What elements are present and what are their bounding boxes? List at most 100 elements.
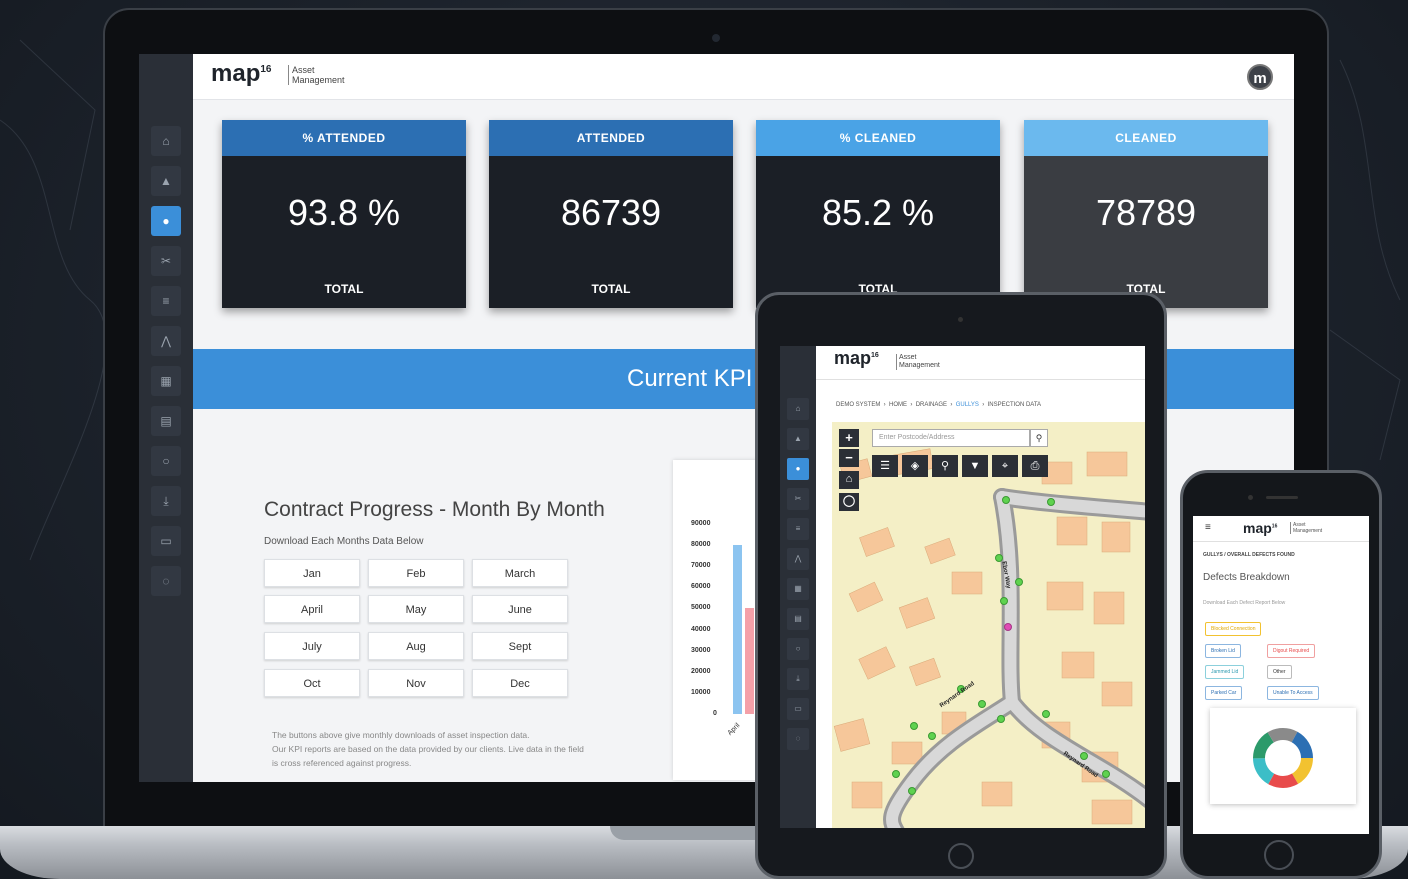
map-search-input[interactable]: Enter Postcode/Address [872,429,1030,447]
month-button-aug[interactable]: Aug [368,632,464,660]
logo[interactable]: map16 [211,60,271,88]
drop-icon[interactable]: ● [787,458,809,480]
gully-marker[interactable] [1080,752,1088,760]
month-button-may[interactable]: May [368,595,464,623]
month-button-nov[interactable]: Nov [368,669,464,697]
defect-chip[interactable]: Digout Required [1267,644,1316,658]
layers-icon[interactable]: ◈ [902,455,928,477]
menu-icon[interactable]: ≡ [1205,522,1211,533]
month-button-jan[interactable]: Jan [264,559,360,587]
month-button-dec[interactable]: Dec [472,669,568,697]
sidebar-item-roads[interactable]: ⋀ [151,326,181,356]
month-button-july[interactable]: July [264,632,360,660]
breadcrumb-item[interactable]: HOME [889,402,907,408]
defect-chip[interactable]: Parked Car [1205,686,1243,700]
chart-bar[interactable] [733,545,742,714]
chip-label: Other [1273,669,1286,675]
month-button-feb[interactable]: Feb [368,559,464,587]
defect-chip[interactable]: Other [1267,665,1292,679]
chip-label: Parked Car [1211,690,1237,696]
sidebar-item-drainage[interactable]: ● [151,206,181,236]
gully-marker[interactable] [1000,597,1008,605]
month-button-oct[interactable]: Oct [264,669,360,697]
sidebar-item-list[interactable]: ≡ [151,286,181,316]
home-icon[interactable]: ⌂ [787,398,809,420]
sidebar-item-cards[interactable]: ▭ [151,526,181,556]
gully-marker[interactable] [1042,710,1050,718]
breadcrumb-item[interactable]: DEMO SYSTEM [836,402,880,408]
sidebar-item-status[interactable]: ○ [151,446,181,476]
sidebar-item-calendar[interactable]: ▦ [151,366,181,396]
sidebar-item-alerts[interactable]: ▲ [151,166,181,196]
list-icon[interactable]: ☰ [872,455,898,477]
scissors-icon: ✂ [160,254,172,268]
contract-subtitle: Download Each Months Data Below [264,536,424,547]
chip-label: Blocked Connection [1211,626,1256,632]
sidebar-item-chat[interactable]: ◌ [151,566,181,596]
kpi-label: ATTENDED [489,120,733,156]
chart-bar[interactable] [745,608,754,714]
home-icon[interactable]: ⌂ [839,471,859,489]
gully-marker-selected[interactable] [1004,623,1012,631]
circle-icon[interactable]: ○ [787,638,809,660]
gully-marker[interactable] [1047,498,1055,506]
month-button-sept[interactable]: Sept [472,632,568,660]
breadcrumb-item[interactable]: GULLYS [956,402,979,408]
tablet-logo-subtitle: Asset Management [896,354,956,370]
month-button-april[interactable]: April [264,595,360,623]
defect-chip[interactable]: Blocked Connection [1205,622,1262,636]
download-icon[interactable]: ⤓ [787,668,809,690]
map-pin-icon[interactable]: ⌖ [992,455,1018,477]
sidebar-item-documents[interactable]: ▤ [151,406,181,436]
calendar-icon[interactable]: ▦ [787,578,809,600]
map-view[interactable]: Ebor Way Reynard Road Reynard Road + − ⌂… [832,422,1145,828]
gully-marker[interactable] [978,700,986,708]
defect-chip[interactable]: Broken Lid [1205,644,1241,658]
bell-icon[interactable]: ▲ [787,428,809,450]
defect-chip[interactable]: Jammed Lid [1205,665,1245,679]
y-tick-label: 10000 [691,688,711,696]
y-tick-label: 20000 [691,667,711,675]
bell-icon: ▲ [160,174,172,188]
inspect-icon[interactable]: ⚲ [932,455,958,477]
gully-marker[interactable] [1015,578,1023,586]
scissors-icon[interactable]: ✂ [787,488,809,510]
gully-marker[interactable] [1002,496,1010,504]
phone-topbar: ≡ map16 Asset Management [1193,516,1369,542]
kpi-value: 85.2 % [821,192,935,233]
chat-icon[interactable]: ◌ [787,728,809,750]
filter-icon[interactable]: ▼ [962,455,988,477]
gully-marker[interactable] [928,732,936,740]
road-icon[interactable]: ⋀ [787,548,809,570]
zoom-in-button[interactable]: + [839,429,859,447]
sidebar-item-download[interactable]: ⤓ [151,486,181,516]
month-button-june[interactable]: June [472,595,568,623]
sidebar-item-grounds[interactable]: ✂ [151,246,181,276]
gully-marker[interactable] [908,787,916,795]
search-icon[interactable]: ⚲ [1030,429,1048,447]
print-icon[interactable]: ⎙ [1022,455,1048,477]
tablet-logo[interactable]: map16 [834,348,879,369]
breadcrumb-item[interactable]: INSPECTION DATA [988,402,1041,408]
gully-marker[interactable] [1102,770,1110,778]
sidebar: ⌂ ▲ ● ✂ ≡ ⋀ ▦ ▤ ○ ⤓ ▭ ◌ [139,54,193,782]
gully-marker[interactable] [892,770,900,778]
contract-title: Contract Progress - Month By Month [264,498,605,521]
phone-logo[interactable]: map16 [1243,520,1277,536]
y-tick-label: 0 [713,710,717,717]
locate-icon[interactable]: ◯ [839,493,859,511]
sidebar-item-home[interactable]: ⌂ [151,126,181,156]
breadcrumb-item[interactable]: DRAINAGE [916,402,947,408]
defect-chip[interactable]: Unable To Access [1267,686,1319,700]
list-icon: ≡ [162,294,170,308]
gully-marker[interactable] [910,722,918,730]
card-icon[interactable]: ▭ [787,698,809,720]
kpi-value: 93.8 % [287,192,401,233]
document-icon[interactable]: ▤ [787,608,809,630]
list-icon[interactable]: ≡ [787,518,809,540]
zoom-out-button[interactable]: − [839,449,859,467]
month-button-march[interactable]: March [472,559,568,587]
avatar[interactable]: m [1247,64,1273,90]
drop-icon: ● [162,214,170,228]
gully-marker[interactable] [997,715,1005,723]
